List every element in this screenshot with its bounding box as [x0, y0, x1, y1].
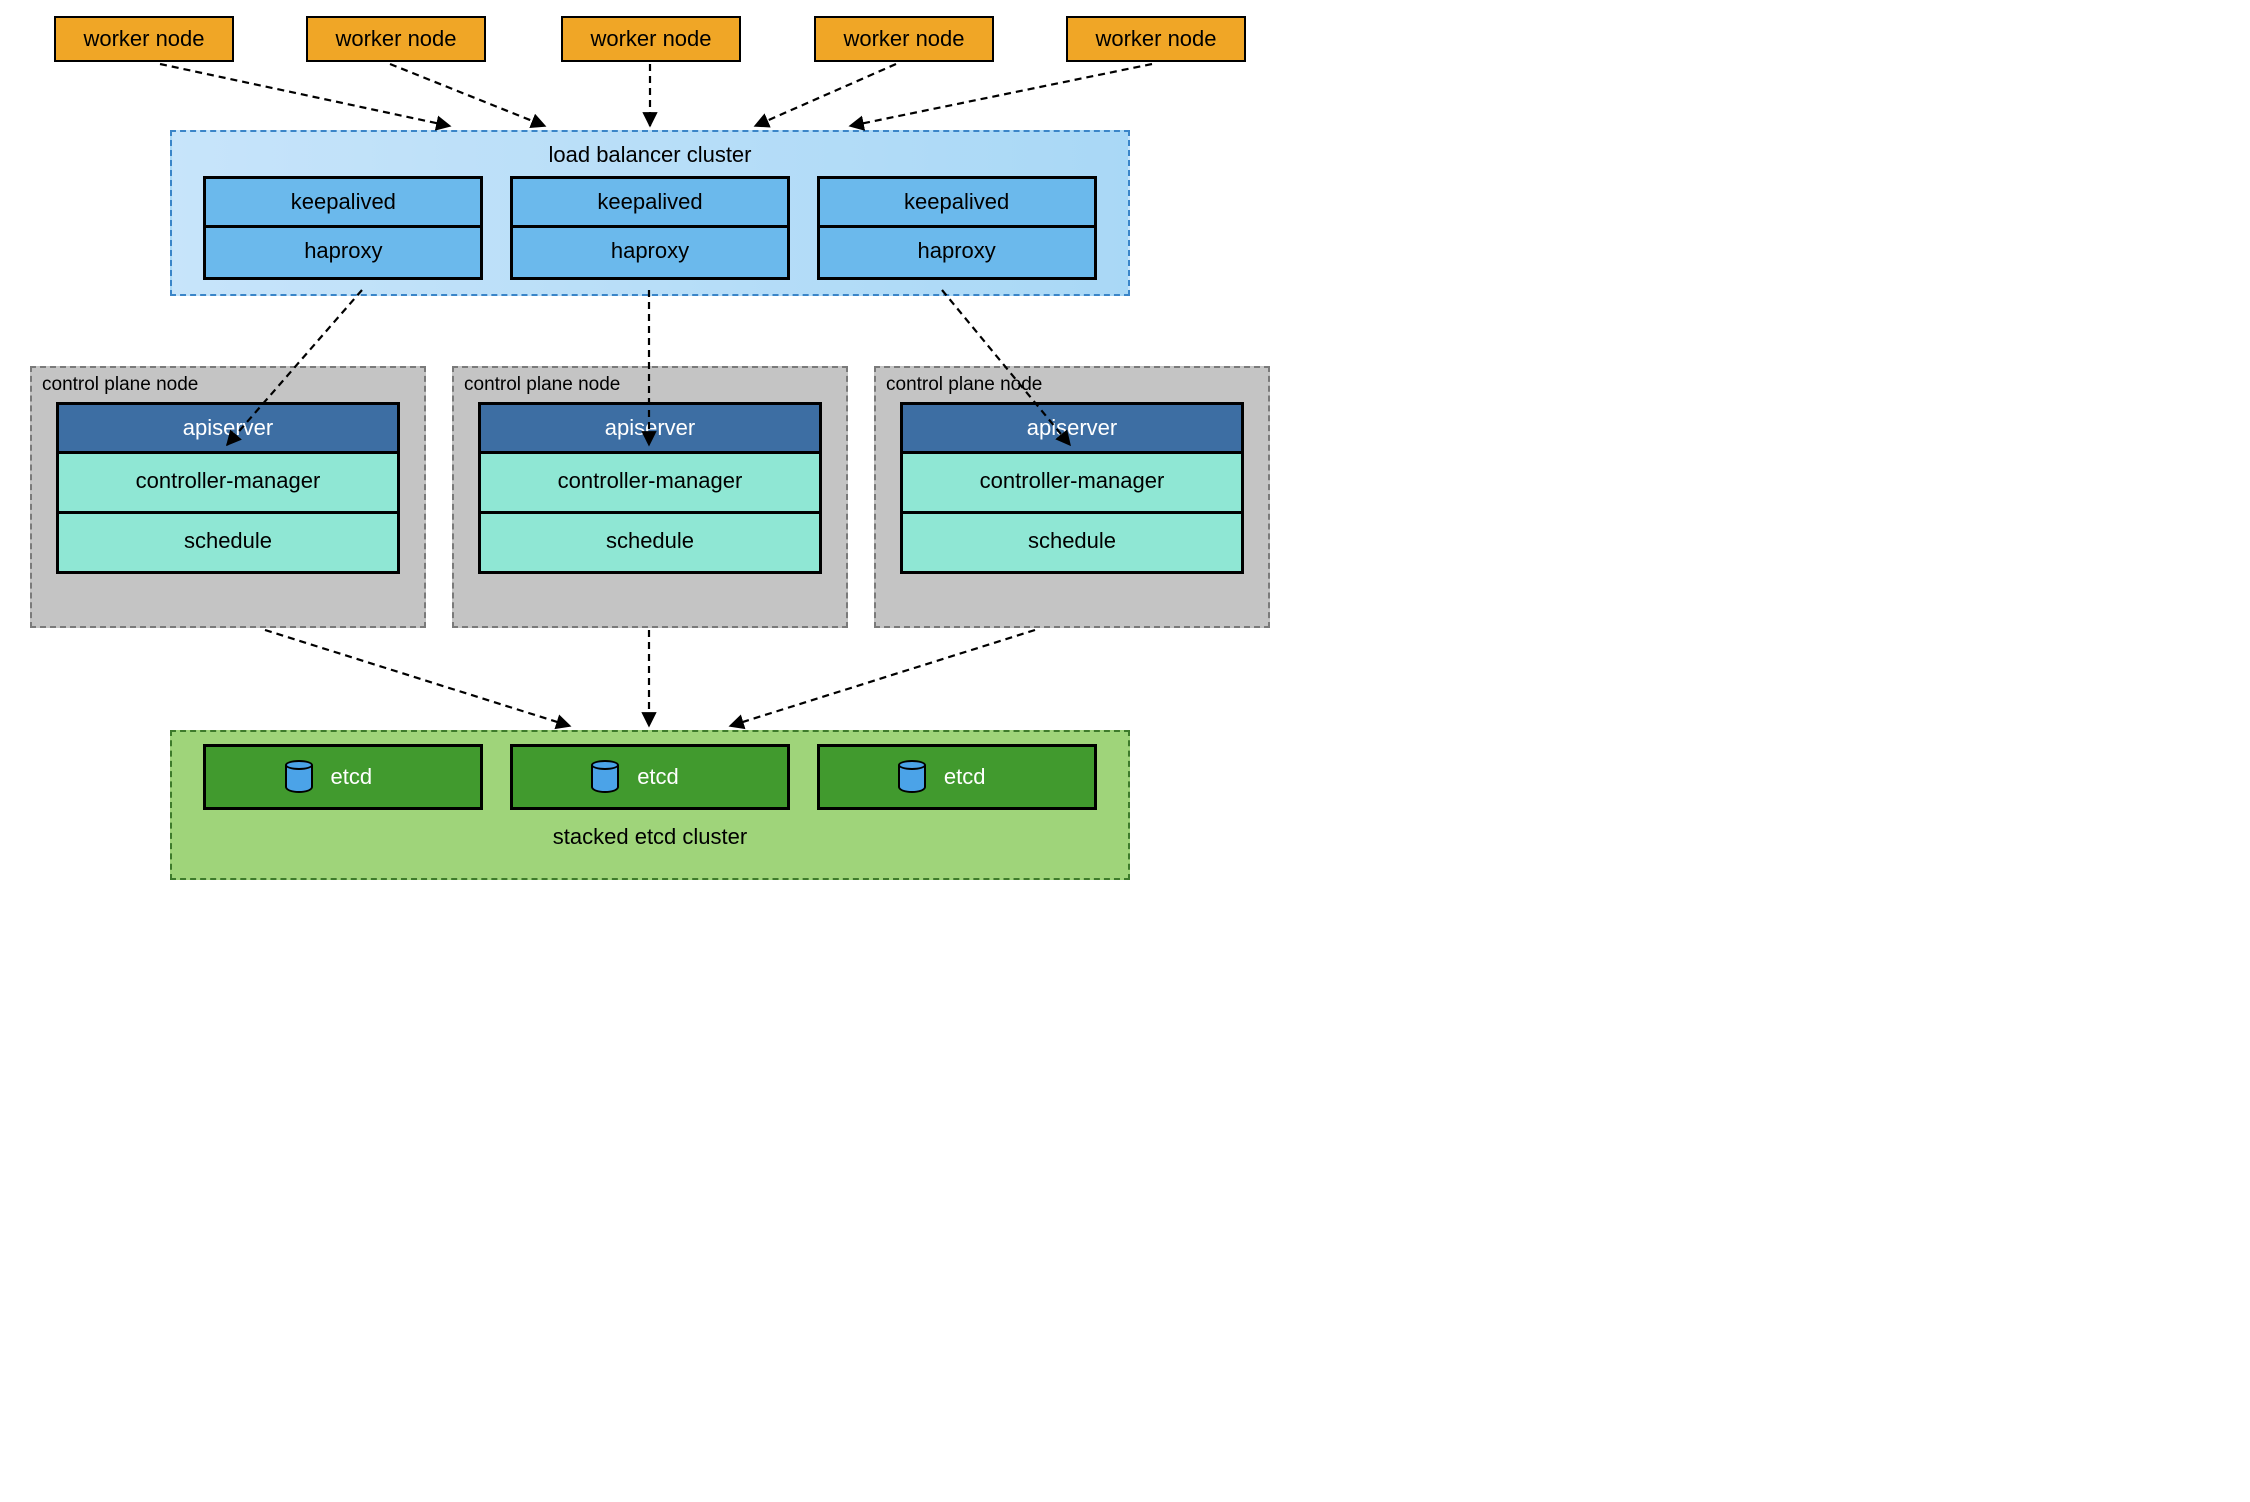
stacked-etcd-title: stacked etcd cluster [172, 824, 1128, 850]
apiserver-3: apiserver [900, 402, 1244, 454]
database-icon [285, 760, 313, 794]
control-plane-node-3: control plane node apiserver controller-… [874, 366, 1270, 628]
etcd-label-3: etcd [944, 764, 986, 790]
etcd-label-1: etcd [331, 764, 373, 790]
worker-node-5: worker node [1066, 16, 1246, 62]
architecture-diagram: worker node worker node worker node work… [0, 0, 1500, 1001]
lb-node-3: keepalived haproxy [817, 176, 1097, 280]
lb-haproxy-3: haproxy [817, 228, 1097, 280]
worker-node-2: worker node [306, 16, 486, 62]
controller-manager-2: controller-manager [478, 454, 822, 514]
schedule-3: schedule [900, 514, 1244, 574]
database-icon [591, 760, 619, 794]
apiserver-1: apiserver [56, 402, 400, 454]
load-balancer-title: load balancer cluster [172, 142, 1128, 170]
lb-node-1: keepalived haproxy [203, 176, 483, 280]
schedule-2: schedule [478, 514, 822, 574]
lb-haproxy-1: haproxy [203, 228, 483, 280]
etcd-label-2: etcd [637, 764, 679, 790]
worker-node-3: worker node [561, 16, 741, 62]
lb-haproxy-2: haproxy [510, 228, 790, 280]
etcd-node-3: etcd [817, 744, 1097, 810]
control-plane-node-1: control plane node apiserver controller-… [30, 366, 426, 628]
control-plane-title-3: control plane node [886, 372, 1244, 402]
database-icon [898, 760, 926, 794]
stacked-etcd-cluster: etcd etcd etcd stacked etcd cluster [170, 730, 1130, 880]
lb-keepalived-2: keepalived [510, 176, 790, 228]
etcd-node-2: etcd [510, 744, 790, 810]
etcd-node-1: etcd [203, 744, 483, 810]
controller-manager-3: controller-manager [900, 454, 1244, 514]
controller-manager-1: controller-manager [56, 454, 400, 514]
worker-node-1: worker node [54, 16, 234, 62]
control-plane-title-1: control plane node [42, 372, 400, 402]
worker-node-4: worker node [814, 16, 994, 62]
apiserver-2: apiserver [478, 402, 822, 454]
lb-keepalived-1: keepalived [203, 176, 483, 228]
control-plane-node-2: control plane node apiserver controller-… [452, 366, 848, 628]
control-plane-title-2: control plane node [464, 372, 822, 402]
schedule-1: schedule [56, 514, 400, 574]
lb-keepalived-3: keepalived [817, 176, 1097, 228]
lb-node-2: keepalived haproxy [510, 176, 790, 280]
load-balancer-cluster: load balancer cluster keepalived haproxy… [170, 130, 1130, 296]
